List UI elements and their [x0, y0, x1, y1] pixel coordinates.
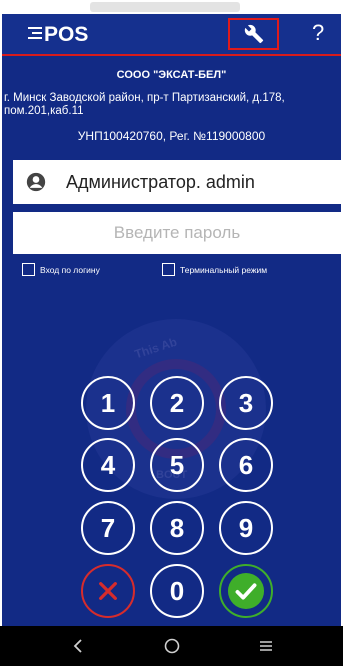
help-button[interactable]: ? — [312, 20, 324, 46]
user-select[interactable]: Администратор. admin — [13, 160, 341, 204]
check-icon — [227, 572, 265, 610]
watermark-text: This Ab — [132, 334, 179, 362]
header-divider — [2, 54, 341, 56]
password-input[interactable] — [13, 212, 341, 254]
close-icon — [99, 582, 117, 600]
settings-button[interactable] — [228, 18, 279, 50]
chevron-left-icon — [73, 639, 82, 653]
wrench-icon — [244, 24, 263, 44]
checkbox-label: Терминальный режим — [180, 264, 268, 275]
home-circle-icon — [164, 638, 180, 654]
key-8[interactable]: 8 — [150, 501, 204, 555]
terminal-mode-checkbox[interactable]: Терминальный режим — [162, 263, 267, 276]
user-name: Администратор. admin — [66, 171, 255, 192]
company-name: СООО "ЭКСАТ-БЕЛ" — [116, 69, 227, 81]
status-bar — [0, 0, 343, 14]
key-9[interactable]: 9 — [219, 501, 273, 555]
checkbox-box — [22, 263, 35, 276]
checkbox-box — [162, 263, 175, 276]
key-3[interactable]: 3 — [219, 376, 273, 430]
back-button[interactable] — [68, 636, 88, 656]
menu-button[interactable] — [256, 636, 276, 656]
confirm-button[interactable] — [219, 564, 273, 618]
company-address: г. Минск Заводской район, пр-т Партизанс… — [4, 92, 285, 117]
key-6[interactable]: 6 — [219, 438, 273, 492]
top-bar: POS ? — [2, 14, 341, 56]
home-button[interactable] — [162, 636, 182, 656]
menu-icon — [260, 641, 272, 651]
user-icon — [26, 172, 46, 192]
key-5[interactable]: 5 — [150, 438, 204, 492]
key-7[interactable]: 7 — [81, 501, 135, 555]
key-1[interactable]: 1 — [81, 376, 135, 430]
key-0[interactable]: 0 — [150, 564, 204, 618]
key-4[interactable]: 4 — [81, 438, 135, 492]
checkbox-label: Вход по логину — [40, 264, 100, 275]
key-2[interactable]: 2 — [150, 376, 204, 430]
company-reg: УНП100420760, Рег. №119000800 — [77, 129, 266, 143]
system-nav-bar — [0, 626, 343, 666]
app-logo: POS — [44, 23, 89, 46]
login-by-username-checkbox[interactable]: Вход по логину — [22, 263, 100, 276]
clear-button[interactable] — [81, 564, 135, 618]
app-screen: POS ? СООО "ЭКСАТ-БЕЛ" г. Минск Заводско… — [2, 14, 341, 626]
logo-mark — [28, 27, 42, 41]
